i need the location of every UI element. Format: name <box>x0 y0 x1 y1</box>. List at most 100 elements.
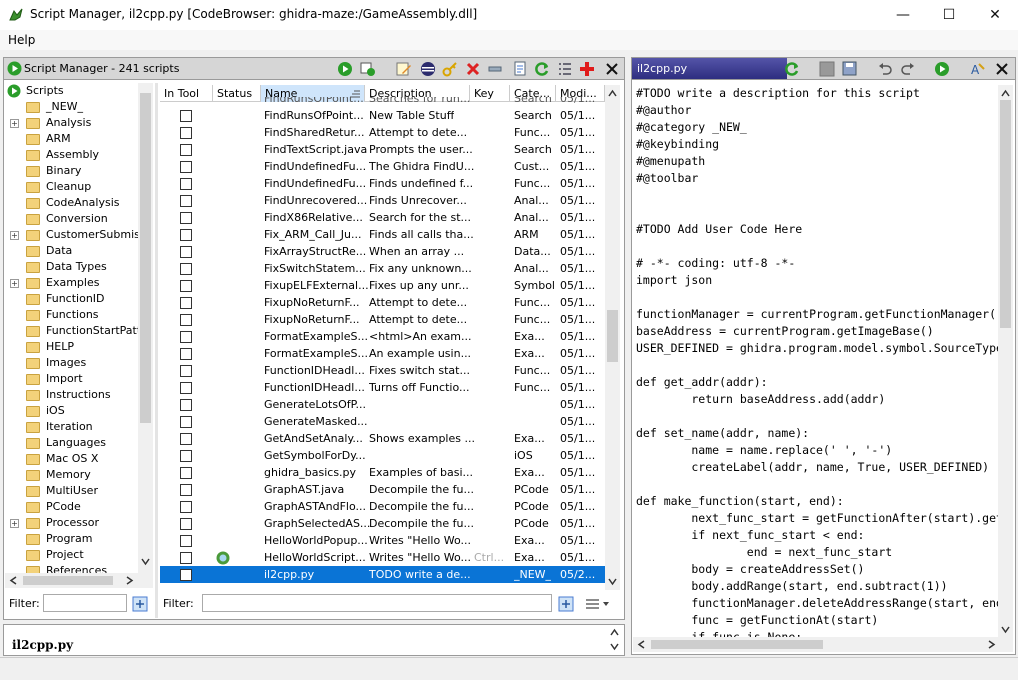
tree-filter-input[interactable] <box>43 594 127 612</box>
in-tool-checkbox[interactable] <box>180 178 192 190</box>
in-tool-checkbox[interactable] <box>180 212 192 224</box>
in-tool-checkbox[interactable] <box>180 161 192 173</box>
in-tool-checkbox[interactable] <box>180 263 192 275</box>
in-tool-checkbox[interactable] <box>180 195 192 207</box>
tree-item-category[interactable]: iOS <box>46 404 65 420</box>
partial-table-row[interactable]: FindRunsOfPoint... Searches for run... S… <box>160 97 605 107</box>
tree-item-category[interactable]: Data <box>46 244 72 260</box>
table-row[interactable]: ghidra_basics.py Examples of basi... Exa..… <box>160 464 605 481</box>
tree-item-category[interactable]: MultiUser <box>46 484 98 500</box>
in-tool-checkbox[interactable] <box>180 331 192 343</box>
table-row[interactable]: FormatExampleS... An example usin... Exa..… <box>160 345 605 362</box>
table-vertical-scrollbar[interactable] <box>605 85 620 590</box>
tree-item-category[interactable]: Languages <box>46 436 106 452</box>
tree-item-category[interactable]: Functions <box>46 308 99 324</box>
editor-scroll-left-icon[interactable] <box>637 640 646 649</box>
table-row[interactable]: FunctionIDHeadl... Fixes switch stat... Fu… <box>160 362 605 379</box>
tree-scroll-thumb[interactable] <box>140 93 151 423</box>
expand-toggle-icon[interactable]: + <box>10 119 19 128</box>
eclipse-edit-icon[interactable] <box>420 61 436 77</box>
in-tool-checkbox[interactable] <box>180 246 192 258</box>
in-tool-checkbox[interactable] <box>180 348 192 360</box>
in-tool-checkbox[interactable] <box>180 518 192 530</box>
tree-item-category[interactable]: FunctionStartPatte <box>46 324 148 340</box>
in-tool-checkbox[interactable] <box>180 399 192 411</box>
editor-vertical-scrollbar[interactable] <box>998 85 1013 637</box>
run-script-button-icon[interactable] <box>337 61 353 77</box>
tree-item-category[interactable]: Assembly <box>46 148 99 164</box>
table-row[interactable]: HelloWorldPopup... Writes "Hello Wo... Exa… <box>160 532 605 549</box>
expand-toggle-icon[interactable]: + <box>10 279 19 288</box>
in-tool-checkbox[interactable] <box>180 569 192 581</box>
expand-toggle-icon[interactable]: + <box>10 519 19 528</box>
table-row[interactable]: GenerateLotsOfP... 05/1... <box>160 396 605 413</box>
desc-scroll-down-icon[interactable] <box>610 642 619 651</box>
tree-item-category[interactable]: Data Types <box>46 260 107 276</box>
table-row[interactable]: FunctionIDHeadl... Turns off Functio... Fu… <box>160 379 605 396</box>
in-tool-checkbox[interactable] <box>180 144 192 156</box>
table-filter-options-icon[interactable] <box>558 596 574 612</box>
tree-item-category[interactable]: Project <box>46 548 84 564</box>
editor-scroll-up-icon[interactable] <box>1001 89 1010 98</box>
code-editor[interactable]: #TODO write a description for this scrip… <box>633 85 998 637</box>
table-row[interactable]: GraphSelectedAS... Decompile the fu... PCo… <box>160 515 605 532</box>
tree-item-category[interactable]: Images <box>46 356 86 372</box>
tree-horizontal-scrollbar[interactable] <box>5 573 153 588</box>
table-row[interactable]: GraphASTAndFlo... Decompile the fu... PCod… <box>160 498 605 515</box>
maximize-button[interactable]: ☐ <box>926 0 972 30</box>
table-row[interactable]: FormatExampleS... <html>An exam... Exa... 0… <box>160 328 605 345</box>
key-binding-icon[interactable] <box>442 61 458 77</box>
in-tool-checkbox[interactable] <box>180 314 192 326</box>
in-tool-checkbox[interactable] <box>180 229 192 241</box>
desc-scroll-up-icon[interactable] <box>610 628 619 637</box>
in-tool-checkbox[interactable] <box>180 297 192 309</box>
in-tool-checkbox[interactable] <box>180 501 192 513</box>
table-row[interactable]: FixupELFExternal... Fixes up any unr... Sy… <box>160 277 605 294</box>
tree-item-category[interactable]: CustomerSubmissio <box>46 228 152 244</box>
in-tool-checkbox[interactable] <box>180 365 192 377</box>
tree-item-category[interactable]: FunctionID <box>46 292 105 308</box>
tree-item-category[interactable]: CodeAnalysis <box>46 196 119 212</box>
tree-table-splitter[interactable] <box>155 83 158 618</box>
in-tool-checkbox[interactable] <box>180 433 192 445</box>
close-window-button[interactable]: ✕ <box>972 0 1018 30</box>
table-row[interactable]: GetSymbolForDy... iOS 05/1... <box>160 447 605 464</box>
in-tool-checkbox[interactable] <box>180 552 192 564</box>
editor-scroll-down-icon[interactable] <box>1001 625 1010 634</box>
table-row[interactable]: FindRunsOfPoint... New Table Stuff Search 0… <box>160 107 605 124</box>
rename-script-icon[interactable] <box>487 61 503 77</box>
table-row[interactable]: FindSharedRetur... Attempt to dete... Fun… <box>160 124 605 141</box>
table-scroll-up-icon[interactable] <box>608 89 617 98</box>
tree-scroll-right-icon[interactable] <box>125 576 134 585</box>
tree-item-category[interactable]: Processor <box>46 516 99 532</box>
in-tool-checkbox[interactable] <box>180 484 192 496</box>
editor-hscroll-thumb[interactable] <box>651 640 823 649</box>
in-tool-checkbox[interactable] <box>180 416 192 428</box>
tree-item-category[interactable]: ARM <box>46 132 71 148</box>
tree-item-category[interactable]: Examples <box>46 276 99 292</box>
redo-icon[interactable] <box>900 61 916 77</box>
tree-root-scripts[interactable]: Scripts <box>26 84 64 100</box>
undo-icon[interactable] <box>877 61 893 77</box>
tree-item-category[interactable]: Conversion <box>46 212 108 228</box>
in-tool-checkbox[interactable] <box>180 280 192 292</box>
table-row[interactable]: HelloWorldScript... Writes "Hello Wo... Ct… <box>160 549 605 566</box>
table-row[interactable]: Fix_ARM_Call_Ju... Finds all calls tha...… <box>160 226 605 243</box>
delete-script-icon[interactable] <box>465 61 481 77</box>
font-select-icon[interactable]: A <box>970 61 986 77</box>
table-row[interactable]: FindUnrecovered... Finds Unrecover... Anal… <box>160 192 605 209</box>
tree-scroll-left-icon[interactable] <box>9 576 18 585</box>
tree-item-category[interactable]: Memory <box>46 468 91 484</box>
tree-item-category[interactable]: PCode <box>46 500 81 516</box>
table-row[interactable]: il2cpp.py TODO write a de... _NEW_ 05/2... <box>160 566 605 583</box>
table-row[interactable]: FixupNoReturnF... Attempt to dete... Func… <box>160 311 605 328</box>
tree-item-category[interactable]: Iteration <box>46 420 93 436</box>
table-row[interactable]: GraphAST.java Decompile the fu... PCode 05/… <box>160 481 605 498</box>
table-scroll-thumb[interactable] <box>607 310 618 362</box>
in-tool-checkbox[interactable] <box>180 450 192 462</box>
run-last-script-icon[interactable] <box>360 61 376 77</box>
tree-hscroll-thumb[interactable] <box>23 576 113 585</box>
in-tool-checkbox[interactable] <box>180 127 192 139</box>
tree-item-category[interactable]: References <box>46 564 107 573</box>
help-icon[interactable] <box>579 61 595 77</box>
